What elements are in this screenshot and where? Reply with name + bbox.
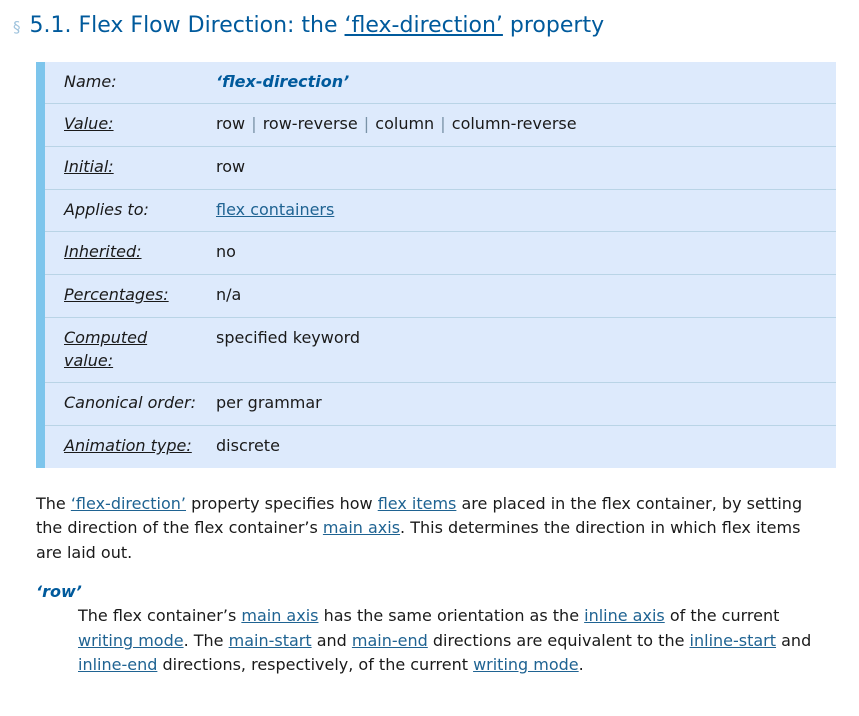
propdef-label-inherited: Inherited: [45, 231, 207, 275]
propdef-label-animation-type: Animation type: [45, 425, 207, 468]
propdef-value-applies-to: flex containers [207, 188, 836, 232]
propdef-label-text: Canonical order: [64, 393, 196, 413]
table-row: Name: ‘flex-direction’ [45, 62, 836, 104]
table-row: Animation type: discrete [45, 425, 836, 468]
table-row: Applies to: flex containers [45, 188, 836, 232]
propdef-label-value: Value: [45, 103, 207, 147]
table-row: Computed value: specified keyword [45, 316, 836, 383]
propdef-value-canonical-order: per grammar [207, 382, 836, 426]
flex-items-link[interactable]: flex items [378, 494, 457, 513]
dd-text-4: . The [183, 630, 229, 650]
p1-text-1: The [36, 493, 71, 513]
propdef-label-link-animation-type[interactable]: Animation type: [64, 436, 192, 455]
inline-start-link[interactable]: inline-start [690, 631, 777, 650]
propdef-label-link-percentages[interactable]: Percentages: [64, 285, 169, 304]
dd-text-3: of the current [664, 606, 780, 626]
propdef-value-inherited: no [207, 231, 836, 275]
section-anchor-icon[interactable]: § [13, 18, 21, 38]
section-title-after: property [509, 13, 605, 38]
grammar-separator-icon: | [251, 114, 257, 134]
grammar-term-column-reverse: column-reverse [451, 114, 577, 134]
propdef-label-canonical-order: Canonical order: [45, 382, 207, 426]
dd-text-9: . [578, 655, 584, 675]
grammar-separator-icon: | [363, 114, 370, 134]
flex-containers-link[interactable]: flex containers [216, 200, 334, 219]
table-row: Value: row | row-reverse | column | colu… [45, 103, 836, 147]
property-name-value: ‘flex-direction’ [216, 71, 350, 91]
table-row: Percentages: n/a [45, 274, 836, 318]
value-term-row: ‘row’ [36, 582, 82, 602]
propdef-label-link-computed-value[interactable]: Computed value: [64, 328, 147, 370]
propdef-label-initial: Initial: [45, 146, 207, 190]
propdef-label-link-inherited[interactable]: Inherited: [64, 242, 142, 261]
inline-end-link[interactable]: inline-end [78, 655, 157, 674]
inline-axis-link[interactable]: inline axis [584, 606, 665, 625]
page-title: § 5.1. Flex Flow Direction: the ‘flex-di… [0, 0, 859, 41]
section-title-before: Flex Flow Direction: the [78, 13, 338, 38]
propdef-value-percentages: n/a [207, 274, 836, 318]
writing-mode-link[interactable]: writing mode [78, 631, 184, 650]
intro-paragraph: The ‘flex-direction’ property specifies … [0, 468, 859, 565]
table-row: Initial: row [45, 146, 836, 190]
writing-mode-link[interactable]: writing mode [473, 655, 579, 674]
propdef-label-link-initial[interactable]: Initial: [64, 157, 114, 176]
propdef-label-applies-to: Applies to: [45, 188, 207, 232]
dd-text-8: directions, respectively, of the current [157, 655, 474, 675]
property-definition-box: Name: ‘flex-direction’ Value: row | row-… [36, 61, 836, 468]
dd-text-2: has the same orientation as the [318, 606, 585, 626]
value-definition-list: ‘row’ The flex container’s main axis has… [0, 580, 859, 677]
value-description-row: The flex container’s main axis has the s… [78, 604, 829, 677]
page-title-text: 5.1. Flex Flow Direction: the ‘flex-dire… [30, 12, 605, 41]
propdef-label-name: Name: [45, 62, 207, 104]
propdef-value-initial: row [207, 146, 836, 190]
table-row: Canonical order: per grammar [45, 382, 836, 426]
main-start-link[interactable]: main-start [229, 631, 312, 650]
table-row: Inherited: no [45, 231, 836, 275]
propdef-label-link-value[interactable]: Value: [64, 114, 114, 133]
dd-text-5: and [311, 630, 352, 650]
propdef-value-computed-value: specified keyword [207, 316, 836, 383]
propdef-label-text: Name: [64, 71, 117, 91]
grammar-separator-icon: | [440, 114, 446, 134]
propdef-wrapper: Name: ‘flex-direction’ Value: row | row-… [0, 61, 859, 468]
main-axis-link[interactable]: main axis [323, 518, 400, 537]
main-axis-link[interactable]: main axis [241, 606, 318, 625]
spec-page: § 5.1. Flex Flow Direction: the ‘flex-di… [0, 0, 859, 678]
main-end-link[interactable]: main-end [352, 631, 428, 650]
dd-text-7: and [776, 630, 812, 650]
propdef-value-name: ‘flex-direction’ [207, 62, 836, 104]
dd-text-1: The flex container’s [78, 606, 242, 626]
section-number: 5.1. [29, 13, 72, 38]
propdef-value-animation-type: discrete [207, 425, 836, 468]
grammar-term-row-reverse: row-reverse [262, 114, 358, 134]
propdef-value-value: row | row-reverse | column | column-reve… [207, 103, 836, 147]
propdef-label-text: Applies to: [64, 199, 149, 219]
grammar-term-column: column [375, 114, 435, 134]
propdef-label-computed-value: Computed value: [45, 316, 207, 383]
grammar-term-row: row [216, 114, 246, 134]
flex-direction-link[interactable]: ‘flex-direction’ [71, 494, 186, 513]
propdef-label-percentages: Percentages: [45, 274, 207, 318]
p1-text-2: property specifies how [186, 493, 378, 513]
heading-property-link[interactable]: ‘flex-direction’ [345, 13, 503, 38]
property-definition-table: Name: ‘flex-direction’ Value: row | row-… [45, 62, 836, 468]
dd-text-6: directions are equivalent to the [427, 630, 690, 650]
